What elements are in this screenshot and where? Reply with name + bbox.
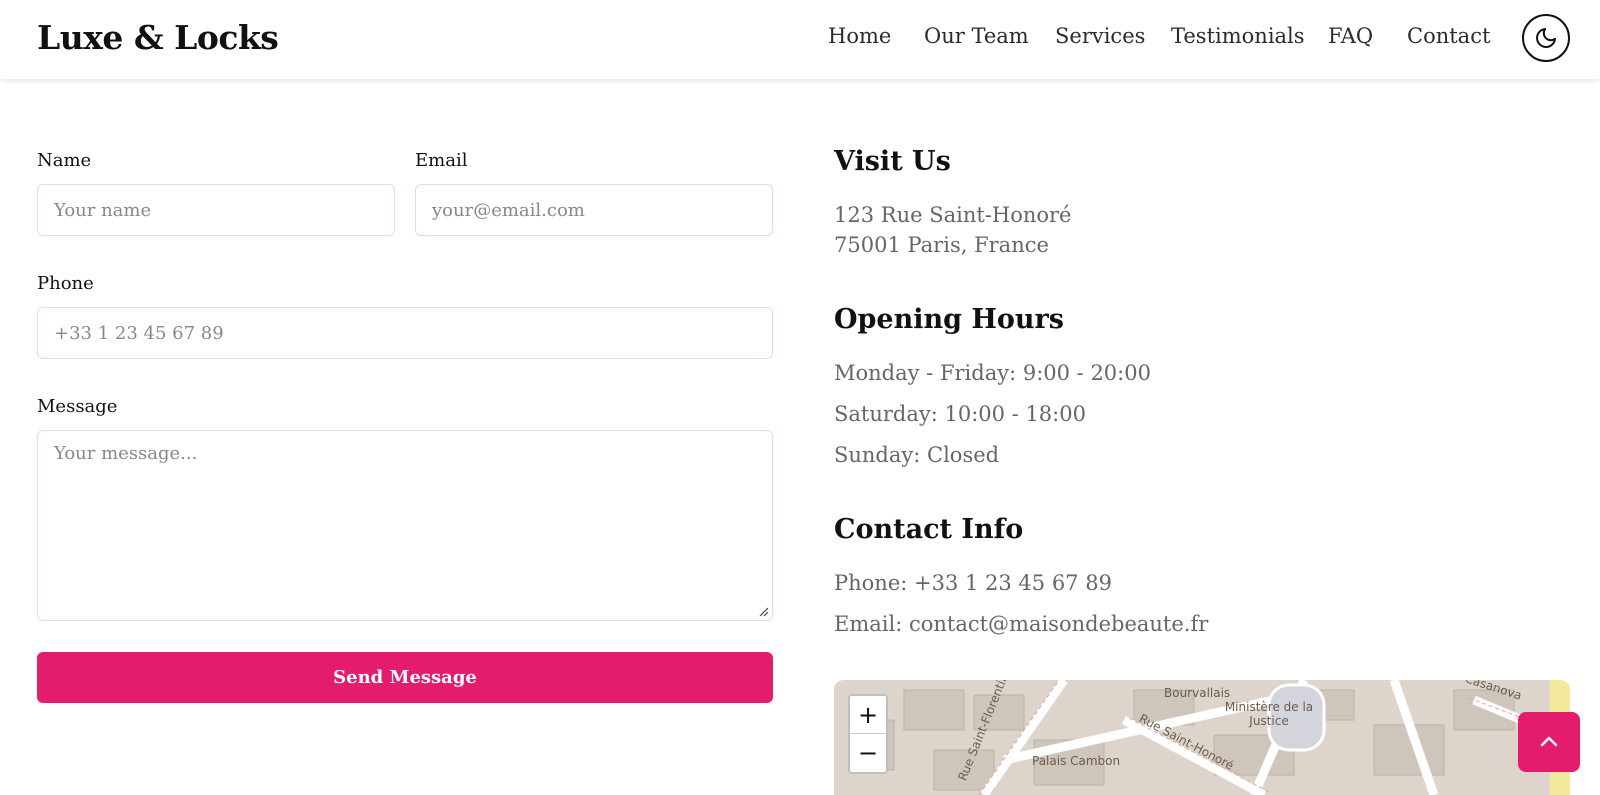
- chevron-up-icon: [1540, 736, 1558, 747]
- visit-heading: Visit Us: [834, 146, 951, 177]
- site-logo[interactable]: Luxe & Locks: [37, 18, 279, 57]
- phone-label: Phone: [37, 273, 94, 294]
- email-label: Email: [415, 150, 468, 171]
- hours-weekdays: Monday - Friday: 9:00 - 20:00: [834, 361, 1151, 385]
- resize-grip-icon[interactable]: [759, 607, 769, 617]
- message-placeholder: Your message...: [54, 443, 198, 464]
- address-line-2: 75001 Paris, France: [834, 233, 1049, 257]
- hours-saturday: Saturday: 10:00 - 18:00: [834, 402, 1086, 426]
- address-line-1: 123 Rue Saint-Honoré: [834, 203, 1072, 227]
- map-label-ministere: Ministère de la Justice: [1224, 700, 1314, 728]
- zoom-in-button[interactable]: +: [850, 696, 886, 734]
- message-label: Message: [37, 396, 118, 417]
- send-message-button[interactable]: Send Message: [37, 652, 773, 703]
- theme-toggle-button[interactable]: [1522, 14, 1570, 62]
- hours-sunday: Sunday: Closed: [834, 443, 1000, 467]
- name-input[interactable]: Your name: [37, 184, 395, 236]
- contact-email: Email: contact@maisondebeaute.fr: [834, 612, 1209, 636]
- message-textarea[interactable]: Your message...: [37, 430, 773, 621]
- map-zoom-control: + −: [848, 694, 888, 774]
- nav-contact[interactable]: Contact: [1407, 24, 1490, 48]
- nav-our-team[interactable]: Our Team: [924, 24, 1029, 48]
- hours-heading: Opening Hours: [834, 304, 1064, 335]
- name-label: Name: [37, 150, 92, 171]
- contact-heading: Contact Info: [834, 514, 1024, 545]
- zoom-out-button[interactable]: −: [850, 734, 886, 772]
- location-map[interactable]: Bourvallais Ministère de la Justice Rue …: [834, 680, 1570, 795]
- site-header: Luxe & Locks Home Our Team Services Test…: [0, 0, 1600, 79]
- nav-services[interactable]: Services: [1055, 24, 1145, 48]
- map-label-palais-cambon: Palais Cambon: [1032, 754, 1121, 768]
- main-nav: Home Our Team Services Testimonials FAQ …: [828, 24, 1490, 48]
- nav-testimonials[interactable]: Testimonials: [1171, 24, 1305, 48]
- contact-phone: Phone: +33 1 23 45 67 89: [834, 571, 1112, 595]
- moon-icon: [1536, 28, 1556, 48]
- email-input[interactable]: your@email.com: [415, 184, 773, 236]
- nav-faq[interactable]: FAQ: [1328, 24, 1373, 48]
- map-label-bourvallais: Bourvallais: [1164, 686, 1231, 700]
- scroll-to-top-button[interactable]: [1518, 712, 1580, 772]
- nav-home[interactable]: Home: [828, 24, 891, 48]
- phone-input[interactable]: +33 1 23 45 67 89: [37, 307, 773, 359]
